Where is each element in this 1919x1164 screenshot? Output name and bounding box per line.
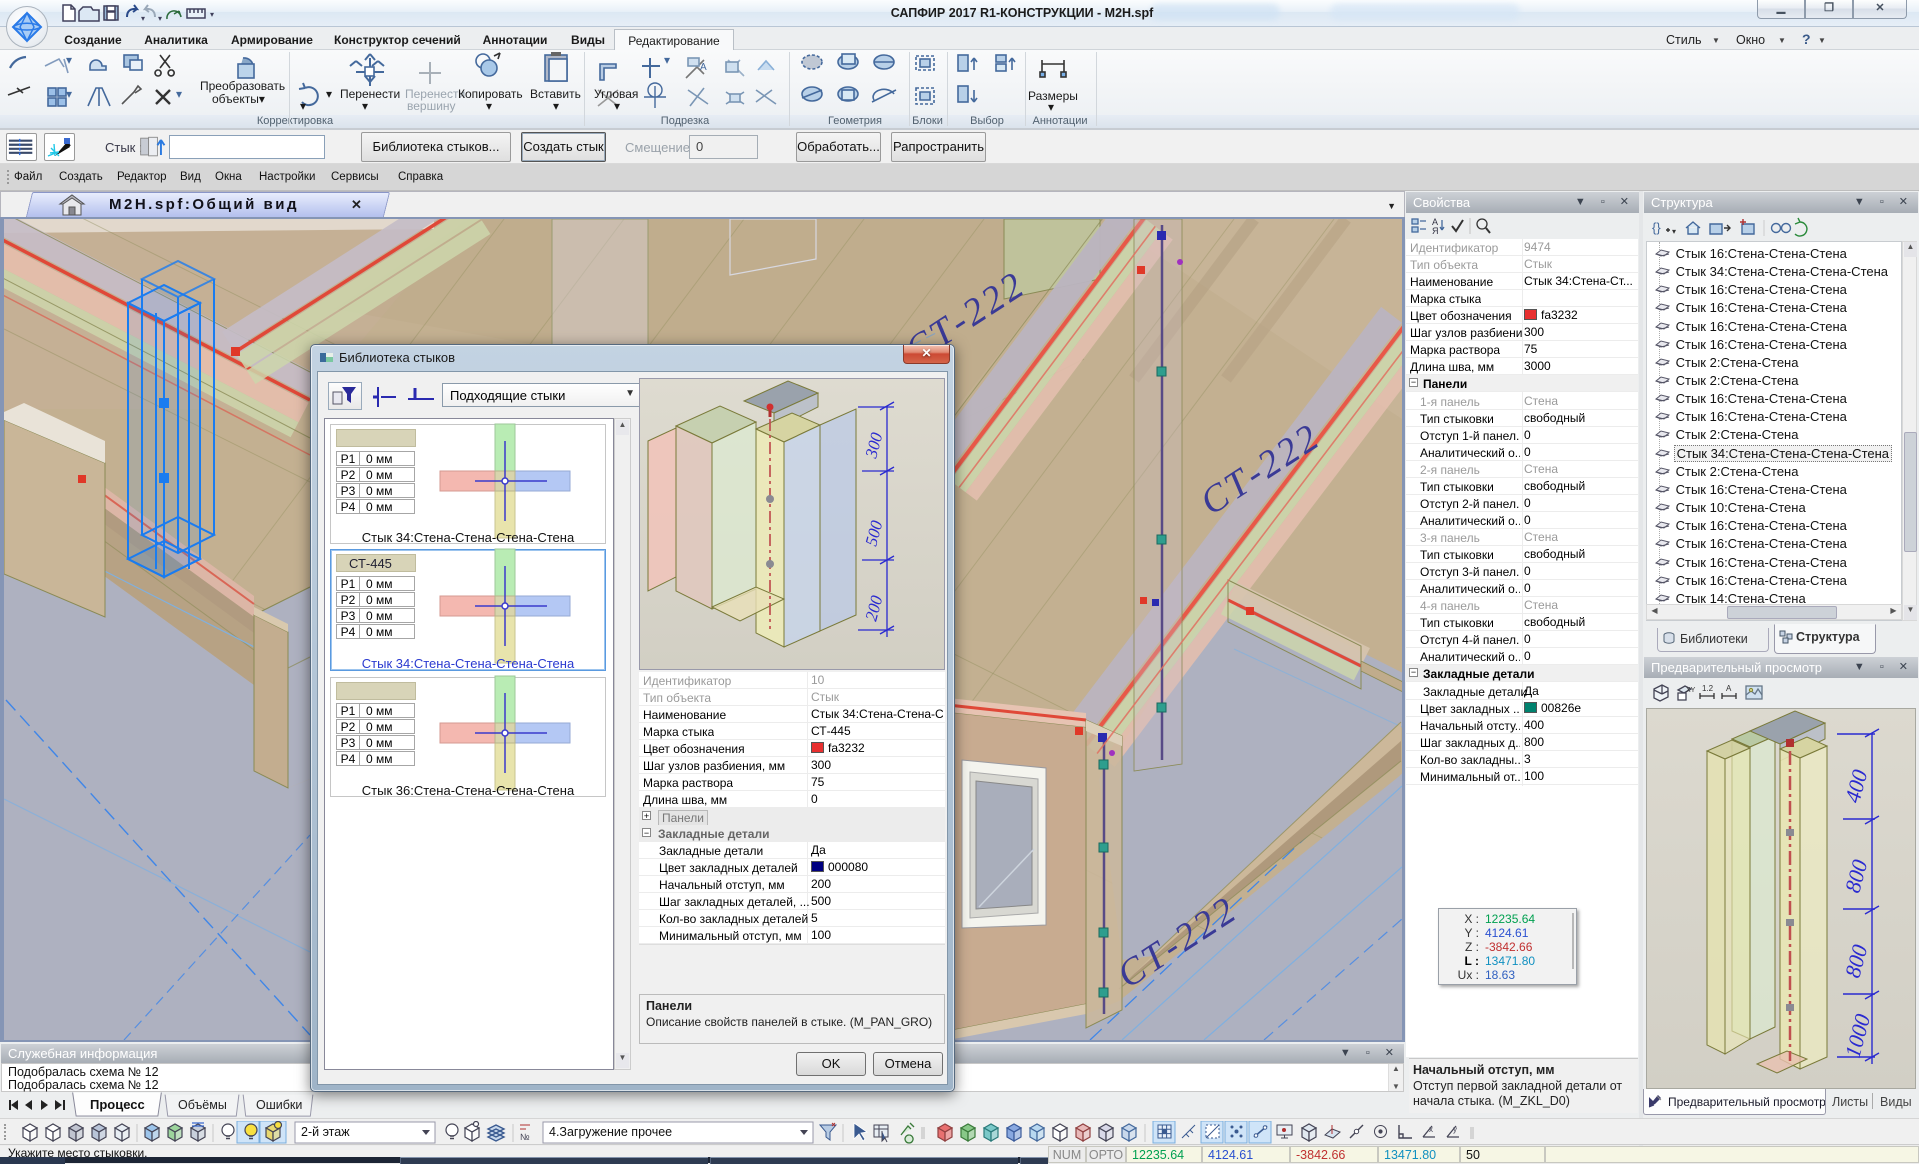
svg-text:▾: ▾ bbox=[326, 87, 332, 101]
svg-text:▾: ▾ bbox=[614, 99, 620, 113]
svg-text:A: A bbox=[1726, 684, 1732, 693]
svg-text:A: A bbox=[700, 62, 707, 73]
svg-text:300: 300 bbox=[861, 430, 886, 461]
svg-text:400: 400 bbox=[1840, 767, 1873, 805]
svg-text:4.Загружение прочее: 4.Загружение прочее bbox=[549, 1125, 672, 1139]
svg-text:▾: ▾ bbox=[66, 87, 72, 101]
svg-text:500: 500 bbox=[862, 518, 887, 548]
svg-text:▾: ▾ bbox=[362, 99, 368, 113]
svg-text:вершину: вершину bbox=[407, 99, 456, 113]
svg-text:1000: 1000 bbox=[1840, 1011, 1876, 1060]
svg-text:▾: ▾ bbox=[66, 53, 72, 67]
svg-text:▾: ▾ bbox=[486, 99, 492, 113]
svg-text:▾: ▾ bbox=[1048, 100, 1054, 114]
svg-text:▾: ▾ bbox=[1672, 227, 1676, 236]
svg-text:объекты▾: объекты▾ bbox=[212, 92, 265, 106]
svg-text:Преобразовать: Преобразовать bbox=[200, 79, 285, 93]
svg-text:800: 800 bbox=[1840, 857, 1873, 895]
svg-text:▾: ▾ bbox=[141, 14, 145, 23]
svg-text:y: y bbox=[1453, 1125, 1457, 1134]
svg-text:▾: ▾ bbox=[158, 14, 162, 23]
svg-text:▾: ▾ bbox=[553, 99, 559, 113]
svg-text:x: x bbox=[1429, 1125, 1433, 1134]
svg-text:▾: ▾ bbox=[210, 10, 214, 19]
svg-text:Я: Я bbox=[1432, 226, 1439, 236]
svg-text:2-й этаж: 2-й этаж bbox=[301, 1125, 350, 1139]
svg-text:▾: ▾ bbox=[176, 87, 182, 101]
svg-text:№: № bbox=[520, 1132, 530, 1142]
svg-text:XY: XY bbox=[1686, 687, 1696, 694]
svg-text:▾: ▾ bbox=[300, 99, 306, 113]
svg-text:▾: ▾ bbox=[664, 53, 670, 67]
svg-text:{}: {} bbox=[1652, 220, 1661, 235]
svg-text:1.2: 1.2 bbox=[1702, 684, 1714, 693]
svg-text:Перенести: Перенести bbox=[340, 87, 400, 101]
svg-text:800: 800 bbox=[1840, 942, 1873, 980]
svg-text:200: 200 bbox=[862, 593, 887, 623]
